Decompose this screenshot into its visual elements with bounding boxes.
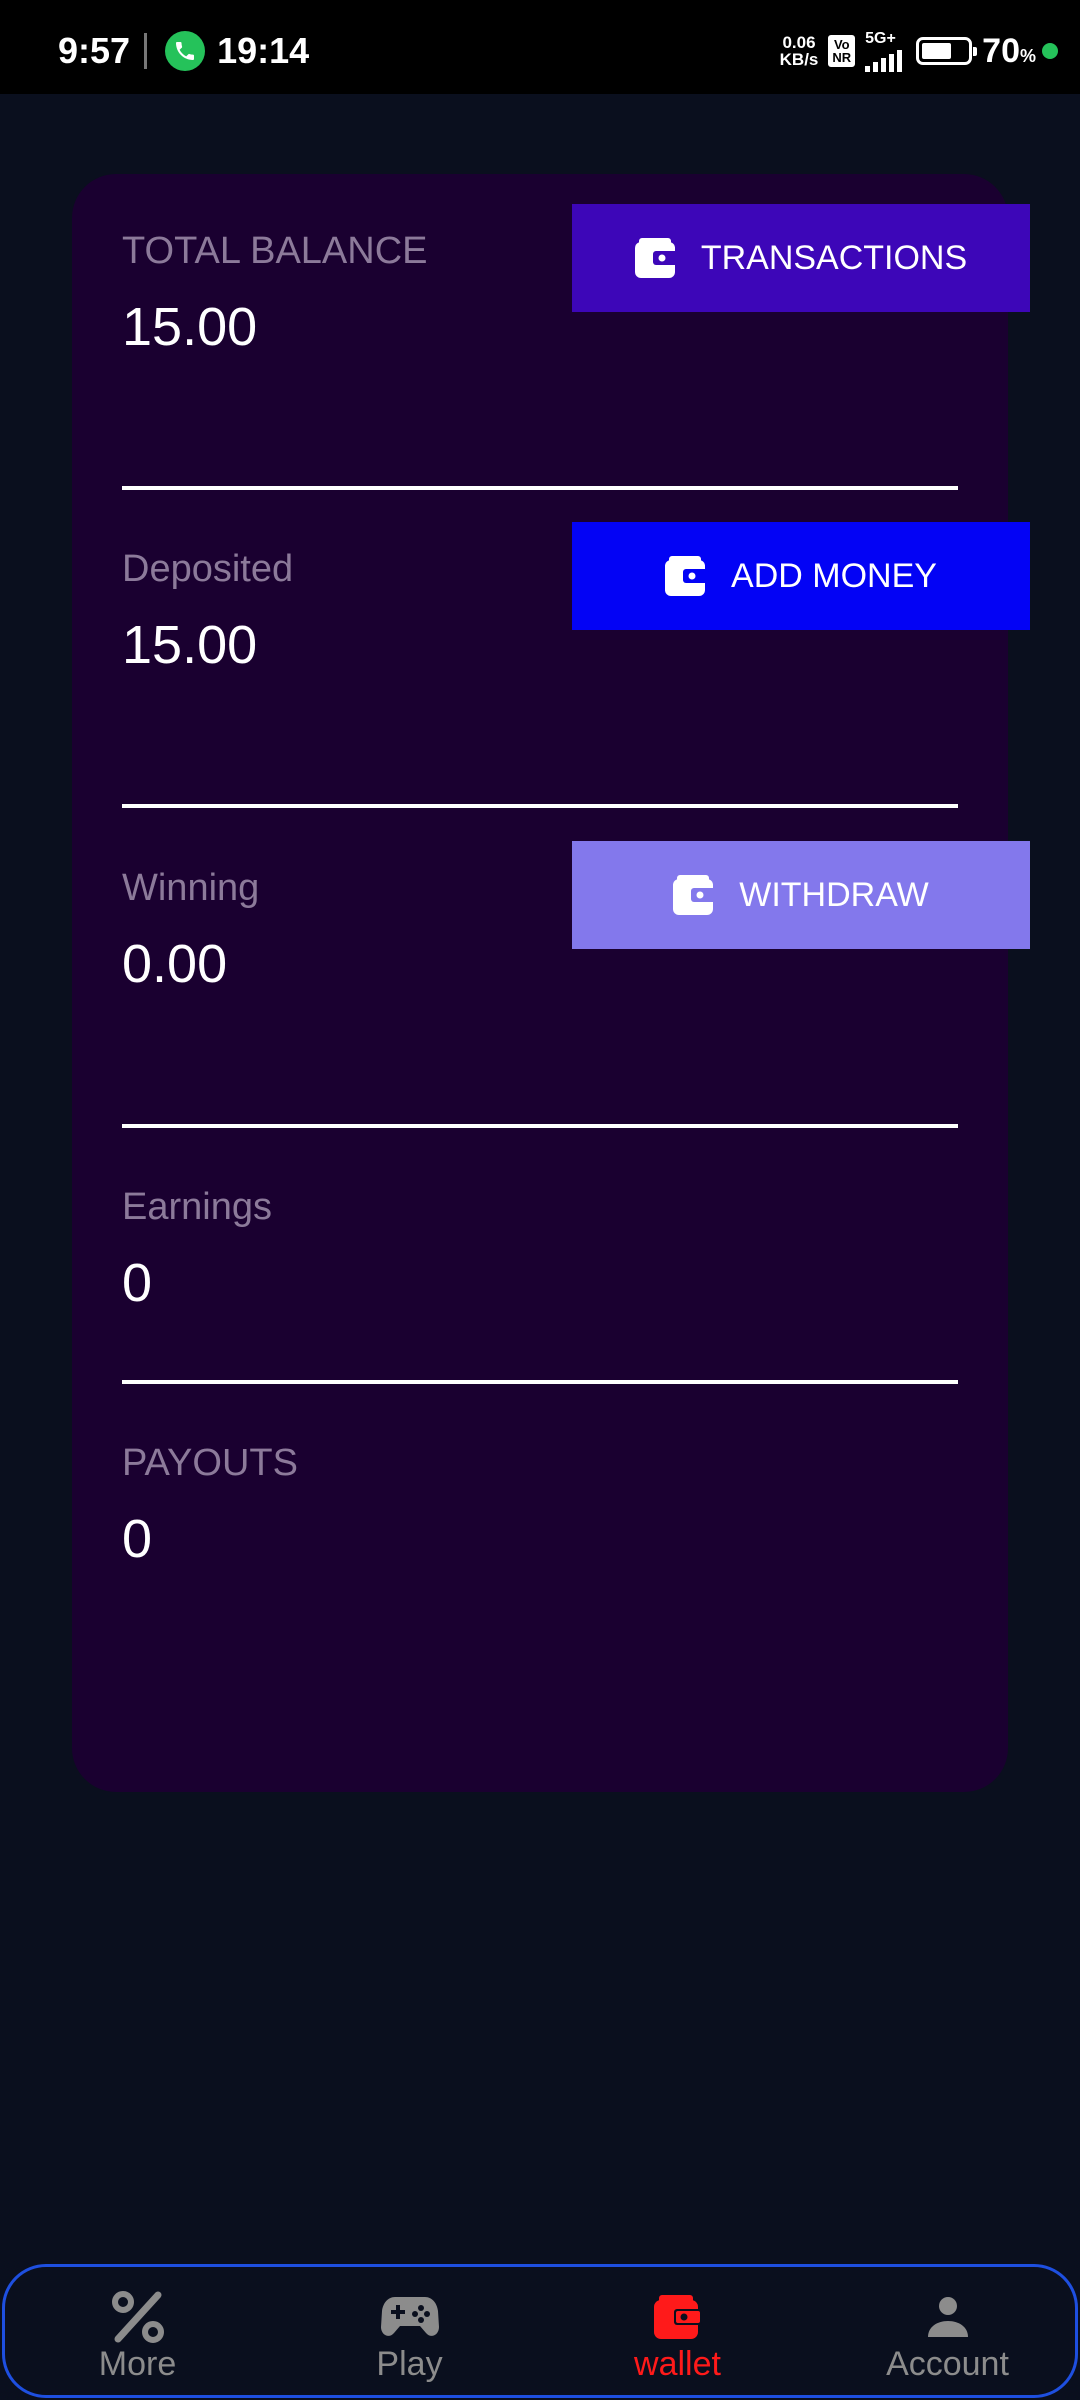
gamepad-icon <box>380 2291 439 2343</box>
wallet-icon <box>653 2291 702 2343</box>
transactions-button[interactable]: TRANSACTIONS <box>572 204 1030 312</box>
divider <box>122 1380 958 1384</box>
nav-label-account: Account <box>886 2345 1009 2383</box>
wallet-card: TOTAL BALANCE 15.00 TRANSACTIONS Deposit… <box>72 174 1030 1792</box>
divider <box>122 1124 958 1128</box>
clock: 9:57 <box>58 30 131 71</box>
network-speed-unit: KB/s <box>779 50 819 69</box>
payouts-value: 0 <box>122 1509 153 1569</box>
transactions-button-label: TRANSACTIONS <box>700 238 968 277</box>
phone-call-icon <box>165 31 206 71</box>
percent-icon <box>110 2291 166 2343</box>
divider <box>122 486 958 490</box>
network-speed-value: 0.06 <box>782 33 816 52</box>
call-timer: 19:14 <box>217 30 310 71</box>
network-type: 5G+ <box>865 30 896 47</box>
status-bar: 9:57 19:14 0.06 KB/s Vo NR 5G+ 70% <box>0 0 1080 94</box>
withdraw-button[interactable]: WITHDRAW <box>572 841 1030 949</box>
battery-icon <box>916 37 978 65</box>
winning-value: 0.00 <box>122 934 228 994</box>
add-money-button[interactable]: ADD MONEY <box>572 522 1030 630</box>
winning-label: Winning <box>122 867 260 909</box>
battery-percent-unit: % <box>1019 45 1036 66</box>
total-balance-value: 15.00 <box>122 297 258 357</box>
battery-percent-value: 70 <box>982 31 1020 70</box>
battery-percent: 70% <box>982 32 1036 71</box>
add-money-button-label: ADD MONEY <box>731 556 937 595</box>
deposited-value: 15.00 <box>122 615 258 675</box>
divider <box>122 804 958 808</box>
nav-label-wallet: wallet <box>634 2345 721 2383</box>
wallet-icon <box>665 556 710 596</box>
status-separator <box>144 33 148 69</box>
payouts-label: PAYOUTS <box>122 1442 298 1484</box>
nav-item-account[interactable]: Account <box>855 2267 1040 2395</box>
earnings-label: Earnings <box>122 1186 272 1228</box>
total-balance-label: TOTAL BALANCE <box>122 230 428 272</box>
nav-label-play: Play <box>376 2345 443 2383</box>
status-left: 9:57 19:14 <box>58 30 309 72</box>
volte-icon: Vo NR <box>828 35 856 67</box>
battery-fill <box>922 43 952 59</box>
nav-item-more[interactable]: More <box>45 2267 230 2395</box>
privacy-indicator-icon <box>1042 43 1058 59</box>
status-right: 0.06 KB/s Vo NR 5G+ 70% <box>780 30 1058 72</box>
bottom-nav: More Play wallet Account <box>2 2264 1078 2398</box>
deposited-label: Deposited <box>122 548 294 590</box>
person-icon <box>926 2291 970 2343</box>
withdraw-button-label: WITHDRAW <box>739 875 929 914</box>
wallet-icon <box>673 875 718 915</box>
nav-item-play[interactable]: Play <box>317 2267 502 2395</box>
earnings-value: 0 <box>122 1253 153 1313</box>
wallet-icon <box>634 238 679 278</box>
volte-bottom: NR <box>832 50 852 65</box>
network-speed: 0.06 KB/s <box>780 34 819 68</box>
signal-bars <box>865 50 903 72</box>
signal-icon: 5G+ <box>865 30 903 72</box>
nav-item-wallet[interactable]: wallet <box>585 2267 770 2395</box>
nav-label-more: More <box>98 2345 177 2383</box>
